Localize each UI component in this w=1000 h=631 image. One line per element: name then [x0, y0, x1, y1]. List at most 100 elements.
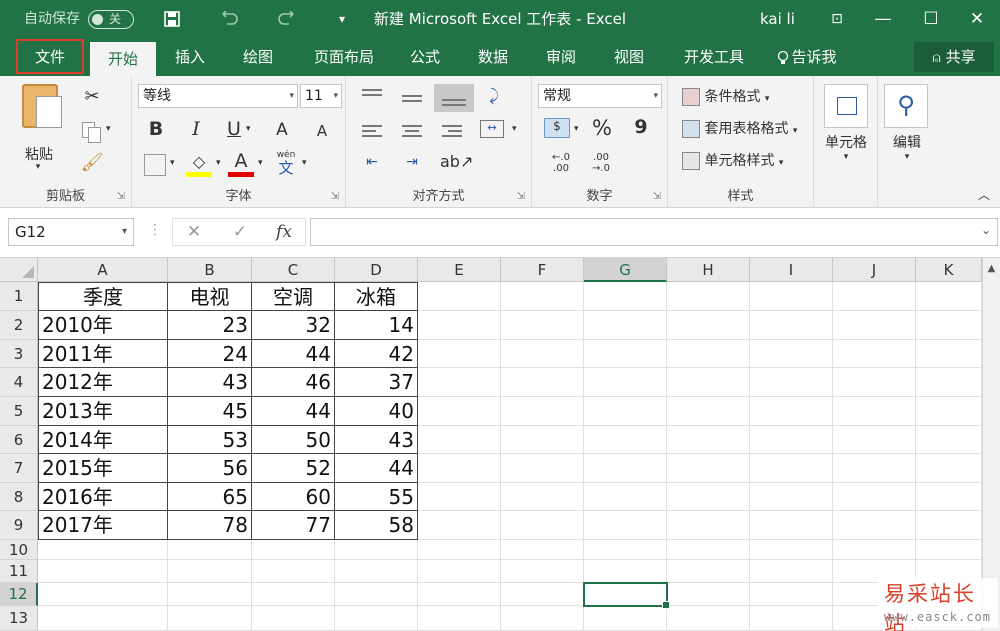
cell-f6[interactable]: [501, 426, 584, 454]
undo-icon[interactable]: [216, 0, 244, 38]
font-name-combo[interactable]: 等线 ▾: [138, 84, 298, 108]
cell-k6[interactable]: [916, 426, 982, 454]
paste-button[interactable]: 粘贴: [14, 144, 64, 164]
cell-e11[interactable]: [418, 560, 501, 583]
cell-e1[interactable]: [418, 282, 501, 311]
cell-h10[interactable]: [667, 540, 750, 560]
cell-a11[interactable]: [38, 560, 168, 583]
format-as-table-button[interactable]: 套用表格格式 ▾: [682, 118, 797, 138]
cell-i1[interactable]: [750, 282, 833, 311]
tab-page-layout[interactable]: 页面布局: [304, 38, 384, 76]
cell-a10[interactable]: [38, 540, 168, 560]
autosave-toggle[interactable]: 关: [88, 10, 134, 29]
cell-g2[interactable]: [584, 311, 667, 340]
cell-k9[interactable]: [916, 511, 982, 540]
align-center-icon[interactable]: [402, 122, 422, 140]
editing-dropdown-icon[interactable]: ▾: [880, 152, 934, 162]
number-launcher-icon[interactable]: ⇲: [653, 191, 661, 202]
cell-b3[interactable]: 24: [168, 340, 252, 368]
cell-e7[interactable]: [418, 454, 501, 483]
align-bottom-icon[interactable]: [434, 84, 474, 112]
cell-i13[interactable]: [750, 606, 833, 631]
cell-k1[interactable]: [916, 282, 982, 311]
cell-h13[interactable]: [667, 606, 750, 631]
cell-c10[interactable]: [252, 540, 335, 560]
cell-i9[interactable]: [750, 511, 833, 540]
cell-e10[interactable]: [418, 540, 501, 560]
minimize-icon[interactable]: —: [860, 0, 906, 38]
row-header-7[interactable]: 7: [0, 454, 38, 483]
row-header-9[interactable]: 9: [0, 511, 38, 540]
cell-b13[interactable]: [168, 606, 252, 631]
fill-color-dropdown-icon[interactable]: ▾: [216, 158, 221, 168]
cell-g4[interactable]: [584, 368, 667, 397]
tab-draw[interactable]: 绘图: [232, 38, 284, 76]
cell-i6[interactable]: [750, 426, 833, 454]
alignment-launcher-icon[interactable]: ⇲: [517, 191, 525, 202]
column-header-e[interactable]: E: [418, 258, 501, 282]
tab-file[interactable]: 文件: [16, 39, 84, 74]
cell-g11[interactable]: [584, 560, 667, 583]
customize-quick-access-icon[interactable]: ▾: [328, 0, 356, 38]
row-header-2[interactable]: 2: [0, 311, 38, 340]
cell-b9[interactable]: 78: [168, 511, 252, 540]
share-button[interactable]: ⍝ 共享: [914, 42, 994, 72]
formula-input[interactable]: ⌄: [310, 218, 998, 246]
cell-j6[interactable]: [833, 426, 916, 454]
fill-color-icon[interactable]: ◇: [186, 152, 212, 177]
bold-button[interactable]: B: [146, 118, 166, 140]
cell-e8[interactable]: [418, 483, 501, 511]
cell-i4[interactable]: [750, 368, 833, 397]
cell-d7[interactable]: 44: [335, 454, 418, 483]
font-color-dropdown-icon[interactable]: ▾: [258, 158, 263, 168]
percent-style-button[interactable]: %: [590, 116, 614, 140]
cell-e2[interactable]: [418, 311, 501, 340]
column-header-a[interactable]: A: [38, 258, 168, 282]
cell-i5[interactable]: [750, 397, 833, 426]
cell-d5[interactable]: 40: [335, 397, 418, 426]
cell-j1[interactable]: [833, 282, 916, 311]
insert-function-icon[interactable]: fx: [269, 219, 299, 245]
ribbon-display-options-icon[interactable]: ⊡: [814, 0, 860, 38]
cell-styles-button[interactable]: 单元格样式 ▾: [682, 150, 783, 170]
cell-c9[interactable]: 77: [252, 511, 335, 540]
cell-f9[interactable]: [501, 511, 584, 540]
cell-e3[interactable]: [418, 340, 501, 368]
cell-a4[interactable]: 2012年: [38, 368, 168, 397]
cell-i8[interactable]: [750, 483, 833, 511]
cells-icon[interactable]: [824, 84, 868, 128]
conditional-formatting-button[interactable]: 条件格式 ▾: [682, 86, 769, 106]
cell-d2[interactable]: 14: [335, 311, 418, 340]
italic-button[interactable]: I: [186, 118, 206, 140]
cell-a5[interactable]: 2013年: [38, 397, 168, 426]
vertical-scrollbar[interactable]: ▲: [982, 258, 1000, 631]
close-icon[interactable]: ✕: [954, 0, 1000, 38]
cell-k2[interactable]: [916, 311, 982, 340]
cell-j5[interactable]: [833, 397, 916, 426]
decrease-indent-icon[interactable]: ⇤: [360, 154, 384, 170]
save-icon[interactable]: [158, 0, 186, 38]
row-header-13[interactable]: 13: [0, 606, 38, 631]
cell-f1[interactable]: [501, 282, 584, 311]
cell-k10[interactable]: [916, 540, 982, 560]
column-header-c[interactable]: C: [252, 258, 335, 282]
phonetic-guide-icon[interactable]: wén 文: [272, 150, 300, 176]
cell-d8[interactable]: 55: [335, 483, 418, 511]
cell-a1[interactable]: 季度: [38, 282, 168, 311]
copy-dropdown-icon[interactable]: ▾: [106, 124, 111, 134]
cut-icon[interactable]: ✂: [80, 86, 104, 107]
cell-d13[interactable]: [335, 606, 418, 631]
align-left-icon[interactable]: [362, 122, 382, 140]
cell-d12[interactable]: [335, 583, 418, 606]
cell-k3[interactable]: [916, 340, 982, 368]
merge-center-icon[interactable]: ↔: [480, 120, 504, 138]
cell-i2[interactable]: [750, 311, 833, 340]
format-painter-icon[interactable]: 🖌: [80, 152, 104, 173]
cell-h2[interactable]: [667, 311, 750, 340]
cell-b10[interactable]: [168, 540, 252, 560]
cell-e6[interactable]: [418, 426, 501, 454]
paste-dropdown-icon[interactable]: ▾: [18, 162, 58, 172]
underline-button[interactable]: U: [224, 118, 244, 140]
row-header-12[interactable]: 12: [0, 583, 38, 606]
cell-e4[interactable]: [418, 368, 501, 397]
